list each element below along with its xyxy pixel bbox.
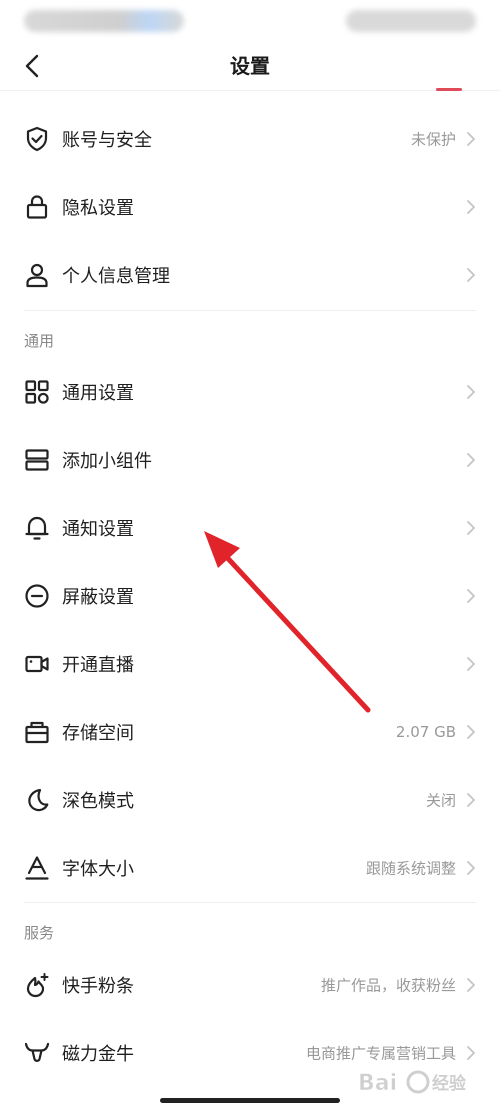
block-icon — [25, 584, 49, 608]
row-label: 添加小组件 — [62, 451, 152, 472]
settings-row-block[interactable]: 屏蔽设置 — [0, 562, 500, 630]
chevron-right-icon — [467, 453, 475, 467]
nav-bar: 设置 — [0, 40, 500, 91]
widget-icon — [25, 449, 49, 471]
row-label: 开通直播 — [62, 655, 134, 676]
row-label: 屏蔽设置 — [62, 587, 134, 608]
chevron-right-icon — [467, 978, 475, 992]
chevron-right-icon — [467, 725, 475, 739]
settings-row-general[interactable]: 通用设置 — [0, 358, 500, 426]
status-bar-left-blurred — [24, 10, 184, 32]
settings-row-font-size[interactable]: 字体大小 跟随系统调整 — [0, 834, 500, 902]
flame-plus-icon — [26, 973, 49, 998]
row-value: 跟随系统调整 — [365, 859, 456, 878]
lock-icon — [26, 195, 48, 219]
settings-row-account-security[interactable]: 账号与安全 未保护 — [0, 105, 500, 173]
grid-icon — [25, 380, 49, 404]
row-label: 字体大小 — [62, 859, 134, 880]
svg-text:经验: 经验 — [432, 1073, 467, 1094]
divider — [24, 310, 476, 311]
video-camera-icon — [25, 655, 49, 673]
row-value: 2.07 GB — [395, 723, 456, 741]
chevron-right-icon — [467, 861, 475, 875]
font-size-icon — [25, 856, 49, 880]
settings-row-kuaishou-boost[interactable]: 快手粉条 推广作品，收获粉丝 — [0, 951, 500, 1019]
settings-row-privacy[interactable]: 隐私设置 — [0, 173, 500, 241]
chevron-right-icon — [467, 793, 475, 807]
settings-row-live[interactable]: 开通直播 — [0, 630, 500, 698]
section-header-services: 服务 — [24, 924, 55, 942]
chevron-right-icon — [467, 657, 475, 671]
row-label: 通用设置 — [62, 383, 134, 404]
settings-row-storage[interactable]: 存储空间 2.07 GB — [0, 698, 500, 766]
chevron-right-icon — [467, 200, 475, 214]
status-bar — [0, 0, 500, 44]
row-label: 存储空间 — [62, 723, 134, 744]
partial-badge — [436, 88, 462, 91]
row-label: 通知设置 — [62, 519, 134, 540]
chevron-right-icon — [467, 521, 475, 535]
watermark-logo: Bai 经验 — [358, 1064, 488, 1100]
row-label: 深色模式 — [62, 791, 134, 812]
chevron-right-icon — [467, 385, 475, 399]
row-value: 电商推广专属营销工具 — [305, 1044, 456, 1063]
chevron-right-icon — [467, 1046, 475, 1060]
settings-row-notification[interactable]: 通知设置 — [0, 494, 500, 562]
section-header-general: 通用 — [24, 332, 55, 350]
chevron-right-icon — [467, 589, 475, 603]
row-value: 推广作品，收获粉丝 — [320, 976, 456, 995]
row-label: 快手粉条 — [62, 976, 134, 997]
divider — [24, 902, 476, 903]
bull-icon — [24, 1042, 50, 1062]
moon-icon — [28, 788, 49, 812]
row-value: 关闭 — [425, 791, 456, 810]
settings-row-add-widget[interactable]: 添加小组件 — [0, 426, 500, 494]
row-label: 个人信息管理 — [62, 266, 170, 287]
row-label: 隐私设置 — [62, 198, 134, 219]
chevron-right-icon — [467, 268, 475, 282]
row-label: 磁力金牛 — [62, 1044, 134, 1065]
bell-icon — [25, 516, 49, 540]
storage-box-icon — [25, 721, 49, 744]
row-label: 账号与安全 — [62, 130, 152, 151]
page-title: 设置 — [230, 54, 270, 78]
settings-row-dark-mode[interactable]: 深色模式 关闭 — [0, 766, 500, 834]
settings-row-personal-info[interactable]: 个人信息管理 — [0, 241, 500, 309]
shield-check-icon — [26, 126, 48, 152]
status-bar-right-blurred — [346, 10, 476, 32]
home-indicator — [160, 1098, 340, 1103]
chevron-right-icon — [467, 132, 475, 146]
person-icon — [26, 263, 48, 288]
row-value: 未保护 — [410, 130, 456, 149]
svg-text:Bai: Bai — [358, 1071, 397, 1096]
